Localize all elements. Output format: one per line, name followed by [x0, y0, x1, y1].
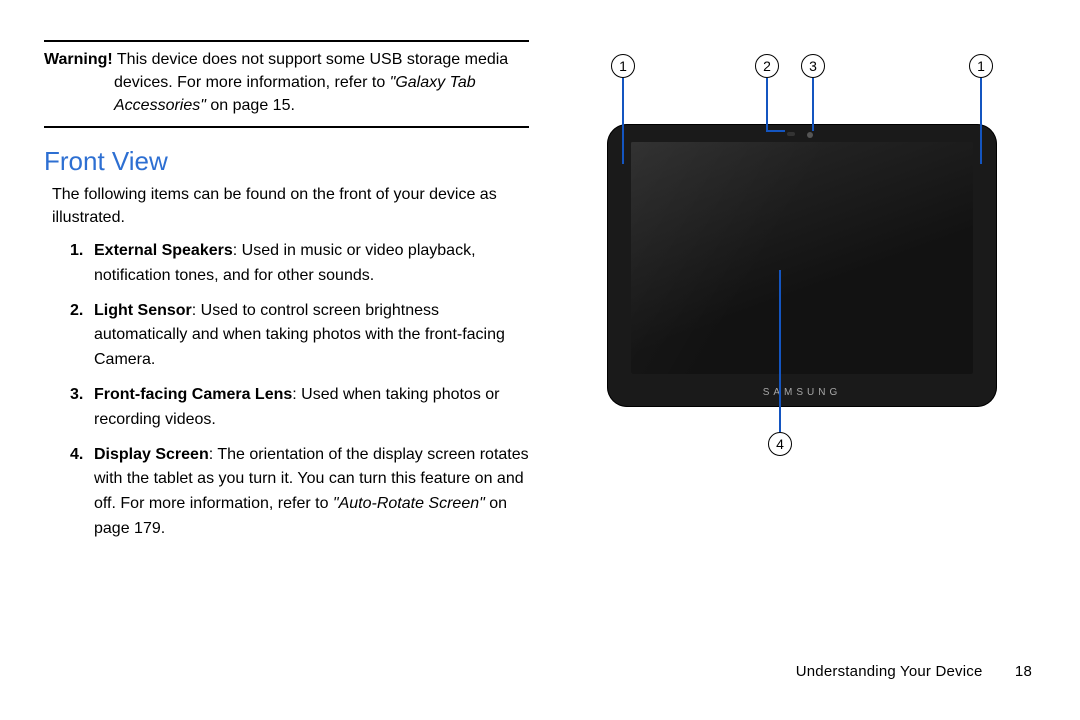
- callout-4: 4: [768, 432, 792, 456]
- list-item: Front-facing Camera Lens: Used when taki…: [70, 383, 529, 433]
- item-ref-title: "Auto-Rotate Screen": [333, 495, 485, 512]
- device-diagram: SAMSUNG 1 2 3 1 4: [585, 100, 1015, 450]
- list-item: External Speakers: Used in music or vide…: [70, 239, 529, 289]
- page-footer: Understanding Your Device 18: [796, 663, 1032, 680]
- light-sensor-dot: [787, 132, 795, 136]
- feature-list: External Speakers: Used in music or vide…: [44, 239, 529, 542]
- callout-2: 2: [755, 54, 779, 78]
- callout-lead: [980, 78, 982, 164]
- item-term: Light Sensor: [94, 302, 192, 319]
- callout-lead: [779, 270, 781, 432]
- callout-1-left: 1: [611, 54, 635, 78]
- callout-3: 3: [801, 54, 825, 78]
- item-term: External Speakers: [94, 242, 233, 259]
- callout-lead: [812, 78, 814, 131]
- footer-chapter: Understanding Your Device: [796, 663, 983, 680]
- callout-1-right: 1: [969, 54, 993, 78]
- list-item: Display Screen: The orientation of the d…: [70, 443, 529, 542]
- callout-lead: [766, 78, 768, 130]
- display-screen: [631, 142, 973, 374]
- warning-note: Warning! This device does not support so…: [44, 40, 529, 128]
- brand-label: SAMSUNG: [607, 387, 997, 398]
- manual-page: Warning! This device does not support so…: [0, 0, 1080, 720]
- warning-ref-suffix: on page 15.: [206, 97, 295, 114]
- tablet-outline: SAMSUNG: [607, 124, 997, 407]
- section-heading: Front View: [44, 146, 529, 177]
- list-item: Light Sensor: Used to control screen bri…: [70, 299, 529, 373]
- callout-lead: [766, 130, 785, 132]
- footer-page-number: 18: [1015, 663, 1032, 680]
- item-term: Front-facing Camera Lens: [94, 386, 292, 403]
- front-camera-dot: [807, 132, 813, 138]
- section-intro: The following items can be found on the …: [52, 183, 529, 229]
- callout-lead: [622, 78, 624, 164]
- left-column: Warning! This device does not support so…: [44, 40, 529, 552]
- warning-label: Warning!: [44, 51, 113, 68]
- screen-reflection: [631, 142, 836, 374]
- item-term: Display Screen: [94, 446, 209, 463]
